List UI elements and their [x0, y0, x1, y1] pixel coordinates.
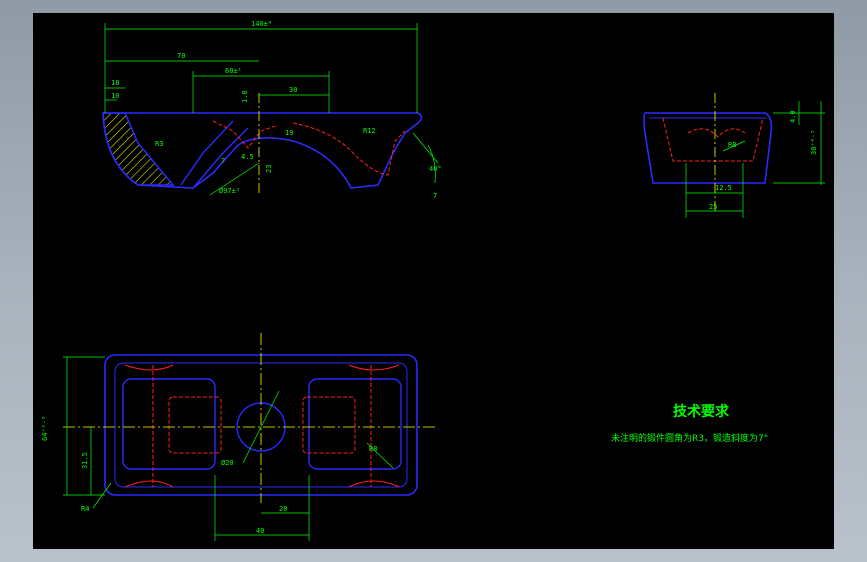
side-dim-total-height: 30⁺⁴·⁵: [810, 130, 818, 155]
left-pocket: [122, 378, 216, 470]
dim-overall-length: 140±⁴: [251, 20, 272, 28]
dim-angle-40: 40°: [429, 165, 442, 173]
web-line-1: [180, 120, 234, 186]
cad-drawing-canvas[interactable]: 140±⁴ 70 60±¹ 30 18 10 1.8 R3 7 4.5 Ø97±…: [33, 13, 834, 549]
dim-diameter-97: Ø97±¹: [219, 187, 240, 195]
side-dim-25: 25: [709, 203, 717, 211]
top-view: 64⁺²·⁰ 31.5 Ø20 R8 R4 20 40: [41, 333, 437, 541]
hidden-contour-2: [212, 120, 279, 149]
side-dim-4-0: 4.0: [789, 110, 797, 123]
top-dim-r8: R8: [369, 445, 377, 453]
side-hidden-2: [687, 128, 746, 138]
cad-drawing-svg: 140±⁴ 70 60±¹ 30 18 10 1.8 R3 7 4.5 Ø97±…: [41, 20, 825, 541]
hatched-section: [102, 112, 175, 186]
side-dim-12-5: 12.5: [715, 184, 732, 192]
side-outline: [643, 112, 773, 184]
dim-1-8: 1.8: [241, 90, 249, 103]
dim-10: 10: [111, 92, 119, 100]
top-dim-total-height: 64⁺²·⁰: [41, 416, 49, 441]
dim-r12: R12: [363, 127, 376, 135]
tech-title: 技术要求: [673, 403, 730, 420]
side-hidden-1: [662, 117, 764, 162]
right-pocket-hidden: [302, 396, 356, 454]
dim-4-5: 4.5: [241, 153, 254, 161]
dim-7: 7: [221, 157, 225, 165]
front-view: 140±⁴ 70 60±¹ 30 18 10 1.8 R3 7 4.5 Ø97±…: [102, 20, 442, 200]
hidden-contour-1: [292, 122, 406, 176]
dim-70: 70: [177, 52, 185, 60]
dim-23: 23: [265, 165, 273, 173]
side-dim-r8: R8: [728, 141, 736, 149]
left-pocket-hidden: [168, 396, 222, 454]
top-dim-40: 40: [256, 527, 264, 535]
dim-r3: R3: [155, 140, 163, 148]
side-view: R8 12.5 25 4.0 30⁺⁴·⁵: [643, 93, 825, 218]
dim-18: 18: [111, 79, 119, 87]
dim-60: 60±¹: [225, 67, 242, 75]
top-dim-dia-20: Ø20: [221, 459, 234, 467]
top-dim-20: 20: [279, 505, 287, 513]
technical-requirements: 技术要求 未注明的锻件圆角为R3，锻造斜度为7°: [611, 403, 768, 444]
dim-7b: 7: [433, 192, 437, 200]
dim-19: 19: [285, 129, 293, 137]
top-dim-r4: R4: [81, 505, 89, 513]
top-dimension-lines: [63, 356, 394, 541]
tech-note: 未注明的锻件圆角为R3，锻造斜度为7°: [611, 432, 768, 444]
top-dim-31-5: 31.5: [81, 452, 89, 469]
side-dimension-lines: [685, 101, 825, 218]
dim-30: 30: [289, 86, 297, 94]
